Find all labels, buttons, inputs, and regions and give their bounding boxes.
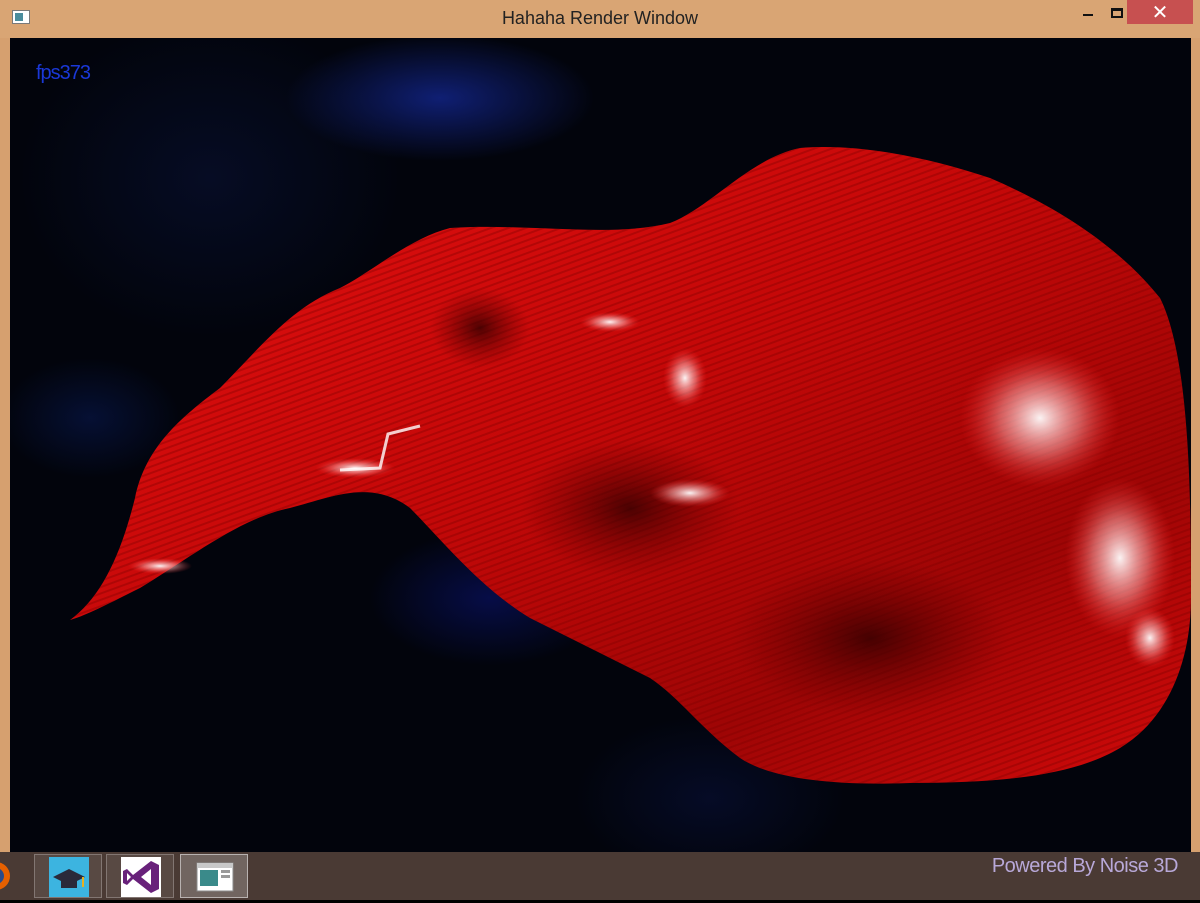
render-window-icon: [196, 862, 234, 892]
close-button[interactable]: ✕: [1127, 0, 1193, 24]
window-title: Hahaha Render Window: [501, 8, 699, 28]
taskbar-visual-studio[interactable]: [106, 854, 174, 898]
render-viewport[interactable]: fps373: [10, 38, 1191, 852]
graduation-cap-icon: [49, 857, 89, 897]
firefox-icon: [0, 862, 10, 890]
taskbar-render-window[interactable]: [180, 854, 248, 898]
close-icon: ✕: [1151, 0, 1169, 24]
maximize-icon: [1111, 8, 1123, 18]
title-bar[interactable]: Hahaha Render Window ✕: [0, 0, 1200, 38]
taskbar-firefox[interactable]: [0, 854, 14, 898]
visual-studio-icon: [121, 857, 161, 897]
red-3d-object: [70, 147, 1191, 784]
minimize-icon: [1083, 14, 1093, 16]
fps-counter: fps373: [36, 62, 91, 84]
taskbar-graduation-app[interactable]: [34, 854, 102, 898]
powered-by-label: Powered By Noise 3D: [991, 855, 1179, 877]
render-window: Hahaha Render Window ✕ fps373 Powered By…: [0, 0, 1200, 900]
